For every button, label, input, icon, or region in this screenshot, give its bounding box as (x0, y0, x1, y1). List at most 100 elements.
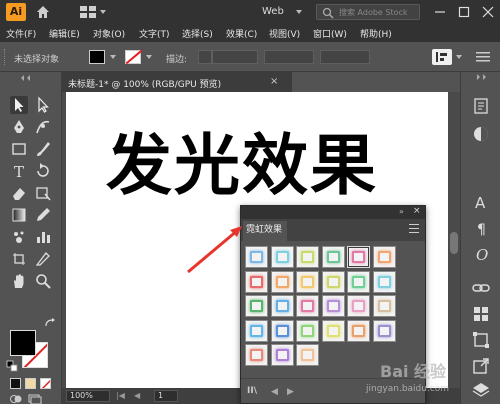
neon-swatch[interactable] (372, 319, 396, 342)
expand-panels-icon[interactable] (475, 74, 489, 80)
draw-mode-icon[interactable] (10, 394, 22, 404)
neon-swatch[interactable] (245, 295, 268, 317)
scrollbar-thumb[interactable] (450, 232, 458, 254)
hand-tool-icon[interactable] (10, 272, 28, 290)
properties-panel-icon[interactable] (471, 96, 491, 116)
neon-swatch[interactable] (347, 295, 370, 317)
chevron-down-icon[interactable] (100, 10, 106, 14)
next-library-icon[interactable]: ▶ (287, 387, 294, 397)
chevron-down-icon[interactable] (110, 55, 116, 59)
chevron-down-icon[interactable] (456, 55, 462, 59)
artboard-number-field[interactable]: 1 (154, 390, 178, 402)
neon-swatch[interactable] (245, 319, 268, 342)
variable-width-dropdown[interactable] (264, 50, 314, 64)
none-mode-button[interactable] (40, 378, 51, 389)
menu-object[interactable]: 对象(O) (93, 27, 125, 40)
stroke-swatch[interactable] (125, 50, 141, 64)
menu-help[interactable]: 帮助(H) (360, 27, 392, 40)
curvature-tool-icon[interactable] (34, 118, 52, 136)
neon-swatch[interactable] (296, 295, 319, 317)
opentype-panel-icon[interactable]: O (471, 244, 491, 264)
minimize-icon[interactable] (432, 4, 448, 20)
neon-swatch[interactable] (372, 295, 396, 317)
swap-fill-stroke-icon[interactable] (44, 318, 56, 328)
arrange-documents-icon[interactable] (80, 6, 96, 18)
close-document-icon[interactable]: × (270, 76, 278, 87)
column-graph-tool-icon[interactable] (34, 228, 52, 246)
selection-tool-icon[interactable] (10, 96, 28, 114)
home-icon[interactable] (36, 5, 50, 19)
grip-handle[interactable] (4, 49, 6, 65)
stroke-weight-stepper[interactable] (198, 50, 212, 64)
neon-swatch[interactable] (296, 344, 319, 366)
paragraph-panel-icon[interactable]: ¶ (471, 218, 491, 238)
neon-swatch[interactable] (270, 319, 294, 342)
document-tab[interactable]: 未标题-1* @ 100% (RGB/GPU 预览) × (62, 72, 292, 92)
eyedropper-tool-icon[interactable] (34, 206, 52, 224)
menu-edit[interactable]: 编辑(E) (49, 27, 80, 40)
neon-swatch[interactable] (321, 319, 345, 342)
vertical-scrollbar[interactable] (448, 92, 460, 388)
neon-swatch[interactable] (270, 344, 294, 366)
slice-tool-icon[interactable] (34, 250, 52, 268)
neon-swatch[interactable] (270, 246, 294, 268)
gradient-mode-button[interactable] (25, 378, 36, 389)
headline-text-object[interactable]: 发光效果 (106, 112, 378, 208)
neon-swatch[interactable] (296, 319, 319, 342)
neon-swatch[interactable] (296, 270, 319, 293)
gradient-tool-icon[interactable] (10, 206, 28, 224)
zoom-level-field[interactable]: 100% (66, 390, 110, 402)
panel-titlebar[interactable]: » × (241, 206, 425, 219)
direct-selection-tool-icon[interactable] (34, 96, 52, 114)
free-transform-tool-icon[interactable] (34, 184, 52, 202)
workspace-switcher[interactable]: Web (262, 6, 284, 17)
paintbrush-tool-icon[interactable] (34, 140, 52, 158)
stock-search-input[interactable]: 搜索 Adobe Stock (316, 4, 420, 20)
color-mode-button[interactable] (10, 378, 21, 389)
close-window-icon[interactable] (480, 4, 496, 20)
panel-menu-icon[interactable] (476, 51, 490, 63)
chevron-down-icon[interactable] (146, 55, 152, 59)
align-options-button[interactable] (432, 49, 452, 65)
rotate-tool-icon[interactable] (34, 162, 52, 180)
appearance-panel-icon[interactable] (471, 124, 491, 144)
links-panel-icon[interactable] (471, 278, 491, 298)
eraser-tool-icon[interactable] (10, 184, 28, 202)
neon-swatch[interactable] (372, 246, 396, 268)
panel-options-menu-icon[interactable] (409, 224, 419, 233)
export-panel-icon[interactable] (471, 356, 491, 376)
brush-definition-dropdown[interactable] (320, 50, 370, 64)
neon-swatch[interactable] (321, 270, 345, 293)
neon-swatch[interactable] (296, 246, 319, 268)
neon-swatch[interactable] (321, 295, 345, 317)
menu-effect[interactable]: 效果(C) (226, 27, 257, 40)
chevron-down-icon[interactable] (296, 10, 302, 14)
menu-select[interactable]: 选择(S) (182, 27, 213, 40)
first-artboard-icon[interactable]: |◀ (116, 391, 125, 400)
close-panel-icon[interactable]: × (413, 206, 421, 216)
menu-type[interactable]: 文字(T) (139, 27, 170, 40)
neon-swatch[interactable] (372, 270, 396, 293)
fill-color-box[interactable] (10, 330, 36, 356)
neon-swatch[interactable] (347, 270, 370, 293)
menu-file[interactable]: 文件(F) (6, 27, 36, 40)
transform-panel-icon[interactable] (471, 330, 491, 350)
layers-panel-icon[interactable] (471, 380, 491, 400)
type-tool-icon[interactable]: T (10, 162, 28, 180)
pen-tool-icon[interactable] (10, 118, 28, 136)
previous-artboard-icon[interactable]: ◀ (134, 391, 140, 400)
neon-swatch[interactable] (270, 270, 294, 293)
neon-swatch[interactable] (347, 246, 370, 268)
collapse-panel-icon[interactable]: » (399, 207, 404, 216)
menu-window[interactable]: 窗口(W) (313, 27, 347, 40)
stroke-weight-input[interactable] (212, 50, 258, 64)
zoom-tool-icon[interactable] (34, 272, 52, 290)
neon-swatch[interactable] (321, 246, 345, 268)
neon-swatch[interactable] (245, 344, 268, 366)
artboard-tool-icon[interactable] (10, 250, 28, 268)
collapse-toolbar-icon[interactable] (18, 75, 44, 81)
maximize-icon[interactable] (456, 4, 472, 20)
library-menu-icon[interactable]: II\ (247, 386, 257, 396)
menu-view[interactable]: 视图(V) (269, 27, 300, 40)
symbol-sprayer-tool-icon[interactable] (10, 228, 28, 246)
